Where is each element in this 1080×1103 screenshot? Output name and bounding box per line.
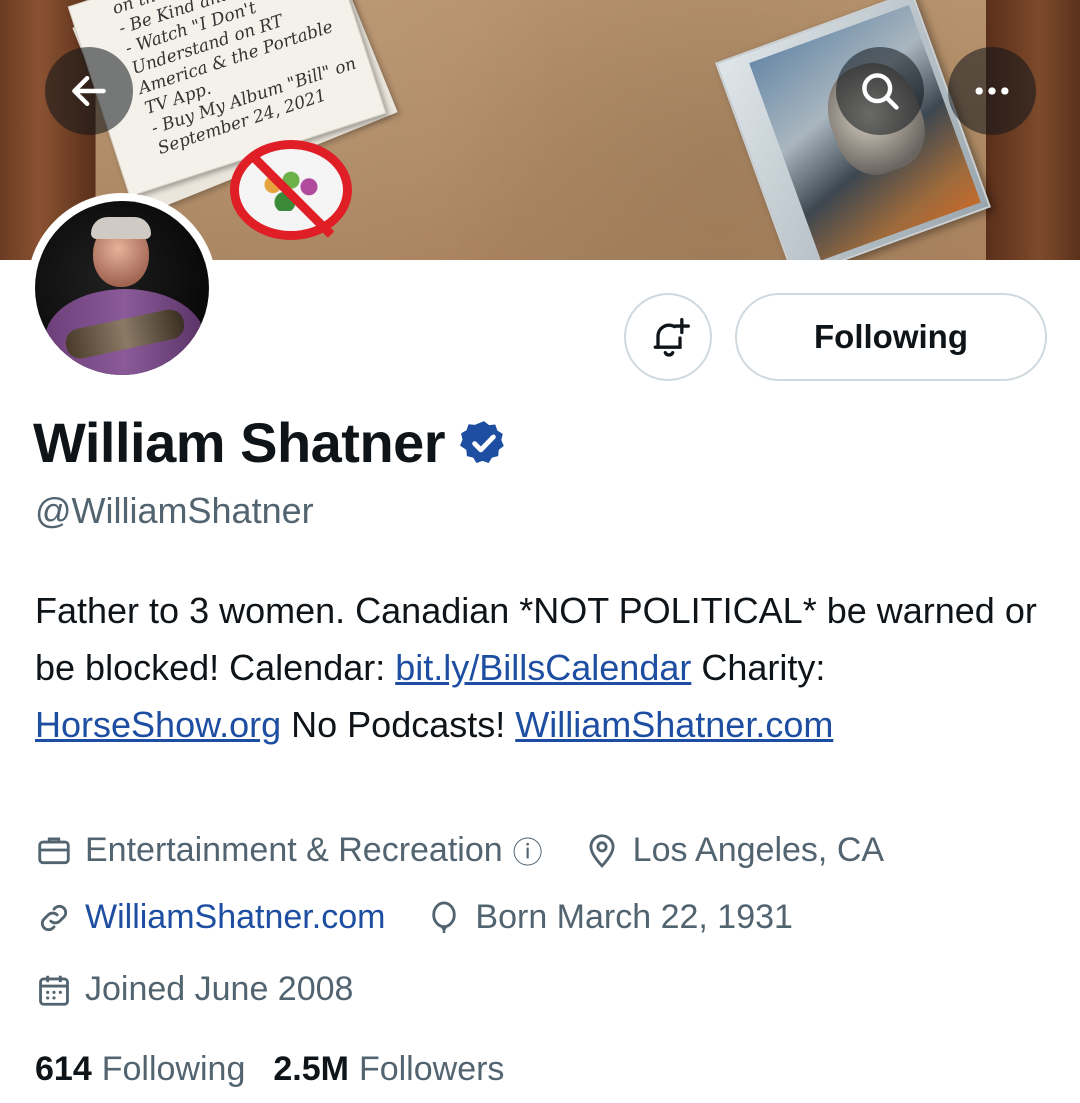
ellipsis-icon (975, 87, 1009, 95)
following-label: Following (101, 1050, 246, 1088)
profile-meta-row: WilliamShatner.com Born March 22, 1931 (35, 898, 793, 937)
profile-location: Los Angeles, CA (632, 830, 885, 869)
following-button[interactable]: Following (735, 293, 1047, 381)
more-options-button[interactable] (948, 47, 1036, 135)
profile-website-link[interactable]: WilliamShatner.com (85, 898, 385, 937)
profile-birthday: Born March 22, 1931 (475, 898, 793, 936)
location-pin-icon (589, 834, 615, 868)
profile-stats: 614 Following 2.5M Followers (35, 1050, 504, 1089)
calendar-link[interactable]: bit.ly/BillsCalendar (395, 647, 691, 688)
notifications-button[interactable] (624, 293, 712, 381)
info-icon[interactable]: ⓘ (513, 828, 543, 872)
calendar-icon (39, 975, 69, 1006)
profile-bio: Father to 3 women. Canadian *NOT POLITIC… (35, 590, 1037, 745)
briefcase-icon (38, 837, 70, 865)
verified-badge-icon[interactable] (459, 418, 509, 468)
followers-label: Followers (358, 1050, 505, 1088)
website-bio-link[interactable]: WilliamShatner.com (515, 704, 833, 745)
following-stat[interactable]: 614 Following (35, 1050, 245, 1089)
link-icon (40, 904, 68, 931)
bell-plus-icon (653, 318, 690, 357)
back-button[interactable] (45, 47, 133, 135)
balloon-icon (432, 901, 457, 933)
charity-link[interactable]: HorseShow.org (35, 704, 281, 745)
no-crowdfunding-sticker (230, 140, 352, 240)
profile-name-row: William Shatner (33, 410, 509, 475)
followers-count: 2.5M (273, 1050, 349, 1088)
avatar-photo (35, 201, 209, 375)
search-icon (862, 73, 899, 110)
profile-name: William Shatner (33, 411, 446, 474)
profile-joined-date: Joined June 2008 (85, 970, 354, 1008)
profile-meta-row: Entertainment & Recreation ⓘ Los Angeles… (35, 828, 884, 872)
profile-category: Entertainment & Recreation (85, 830, 503, 869)
arrow-left-icon (72, 75, 106, 107)
following-count: 614 (35, 1050, 92, 1088)
followers-stat[interactable]: 2.5M Followers (273, 1050, 504, 1089)
profile-handle: @WilliamShatner (35, 490, 314, 531)
search-button[interactable] (836, 47, 924, 135)
avatar[interactable] (27, 193, 217, 383)
profile-meta-row: Joined June 2008 (35, 970, 353, 1009)
